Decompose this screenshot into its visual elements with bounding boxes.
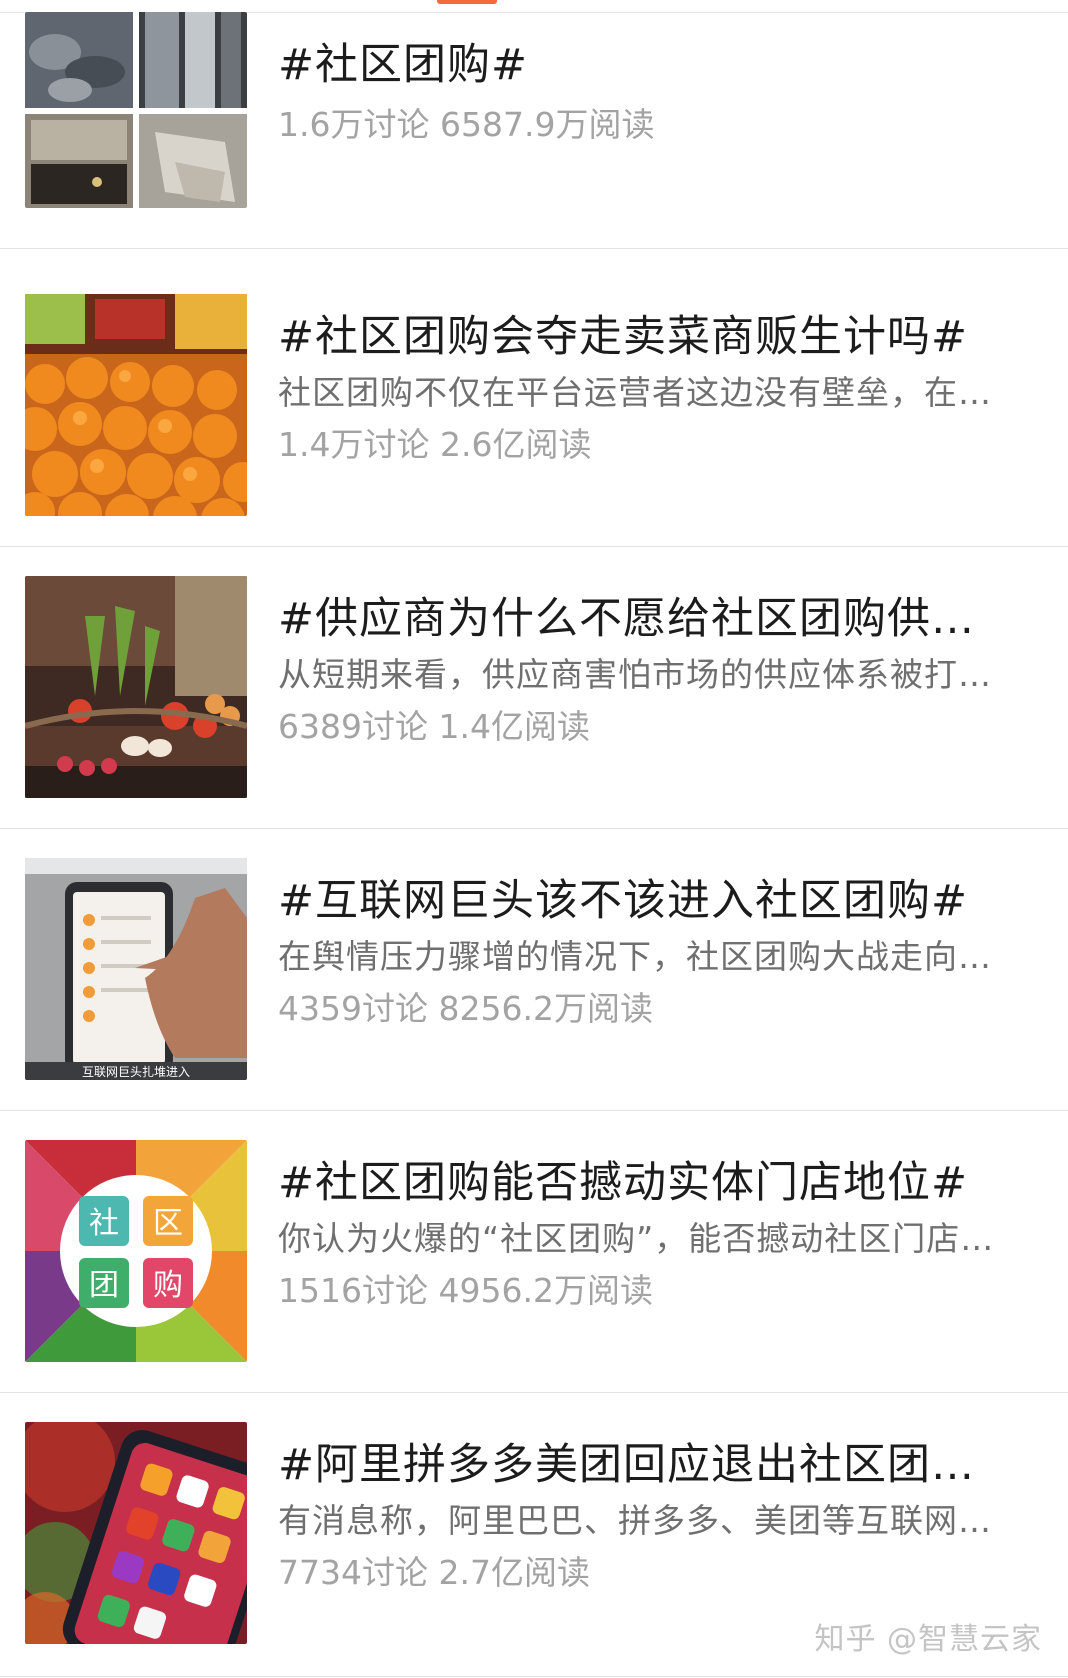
topic-item[interactable]: #供应商为什么不愿给社区团购供… 从短期来看，供应商害怕市场的供应体系被打… 6…: [0, 546, 1068, 829]
discussion-count: 4359讨论: [278, 989, 428, 1028]
topic-stats: 4359讨论 8256.2万阅读: [278, 982, 1028, 1030]
topic-stats: 1.6万讨论 6587.9万阅读: [278, 98, 1028, 146]
read-count: 4956.2万阅读: [438, 1271, 653, 1310]
topic-item[interactable]: 互联网巨头扎堆进入 #互联网巨头该不该进入社区团购# 在舆情压力骤增的情况下，社…: [0, 828, 1068, 1111]
read-count: 6587.9万阅读: [439, 105, 655, 144]
puzzle-char: 社: [89, 1206, 119, 1241]
topic-description: 社区团购不仅在平台运营者这边没有壁垒，在…: [278, 373, 992, 412]
topic-title[interactable]: #社区团购会夺走卖菜商贩生计吗#: [278, 302, 1028, 364]
discussion-count: 6389讨论: [278, 707, 428, 746]
read-count: 2.6亿阅读: [439, 425, 592, 464]
topic-stats: 6389讨论 1.4亿阅读: [278, 700, 1028, 748]
topic-title[interactable]: #阿里拼多多美团回应退出社区团…: [278, 1430, 1028, 1492]
topic-title[interactable]: #互联网巨头该不该进入社区团购#: [278, 866, 1028, 928]
puzzle-char: 购: [153, 1268, 183, 1303]
topic-thumbnail-phone: 互联网巨头扎堆进入: [25, 858, 247, 1080]
topic-stats: 7734讨论 2.7亿阅读: [278, 1546, 1028, 1594]
topic-thumbnail-apps: [25, 1422, 247, 1644]
topic-thumbnail-seafood: [25, 12, 247, 208]
topic-stats: 1.4万讨论 2.6亿阅读: [278, 418, 1028, 466]
watermark: 知乎 @智慧云家: [814, 1622, 1042, 1657]
read-count: 8256.2万阅读: [438, 989, 653, 1028]
topic-thumbnail-vegetables: [25, 576, 247, 798]
topic-description: 有消息称，阿里巴巴、拼多多、美团等互联网…: [278, 1501, 992, 1540]
topic-item[interactable]: 社 区 团 购 #社区团购能否撼动实体门店地位# 你认为火爆的“社区团购”，能否…: [0, 1110, 1068, 1393]
topic-item[interactable]: #社区团购# 1.6万讨论 6587.9万阅读: [0, 0, 1068, 249]
topic-thumbnail-oranges: [25, 294, 247, 516]
topic-title[interactable]: #社区团购#: [278, 30, 1028, 92]
topic-thumbnail-puzzle: 社 区 团 购: [25, 1140, 247, 1362]
read-count: 1.4亿阅读: [438, 707, 590, 746]
topic-stats: 1516讨论 4956.2万阅读: [278, 1264, 1028, 1312]
read-count: 2.7亿阅读: [438, 1553, 590, 1592]
discussion-count: 1.6万讨论: [278, 105, 430, 144]
discussion-count: 1.4万讨论: [278, 425, 430, 464]
topic-description: 你认为火爆的“社区团购”，能否撼动社区门店…: [278, 1219, 995, 1258]
topic-title[interactable]: #社区团购能否撼动实体门店地位#: [278, 1148, 1028, 1210]
puzzle-char: 团: [89, 1268, 119, 1303]
puzzle-char: 区: [153, 1206, 183, 1241]
thumbnail-caption: 互联网巨头扎堆进入: [82, 1065, 190, 1079]
topic-description: 在舆情压力骤增的情况下，社区团购大战走向…: [278, 937, 992, 976]
topic-description: 从短期来看，供应商害怕市场的供应体系被打…: [278, 655, 992, 694]
discussion-count: 1516讨论: [278, 1271, 428, 1310]
topic-item[interactable]: #社区团购会夺走卖菜商贩生计吗# 社区团购不仅在平台运营者这边没有壁垒，在… 1…: [0, 264, 1068, 547]
discussion-count: 7734讨论: [278, 1553, 428, 1592]
topic-title[interactable]: #供应商为什么不愿给社区团购供…: [278, 584, 1028, 646]
